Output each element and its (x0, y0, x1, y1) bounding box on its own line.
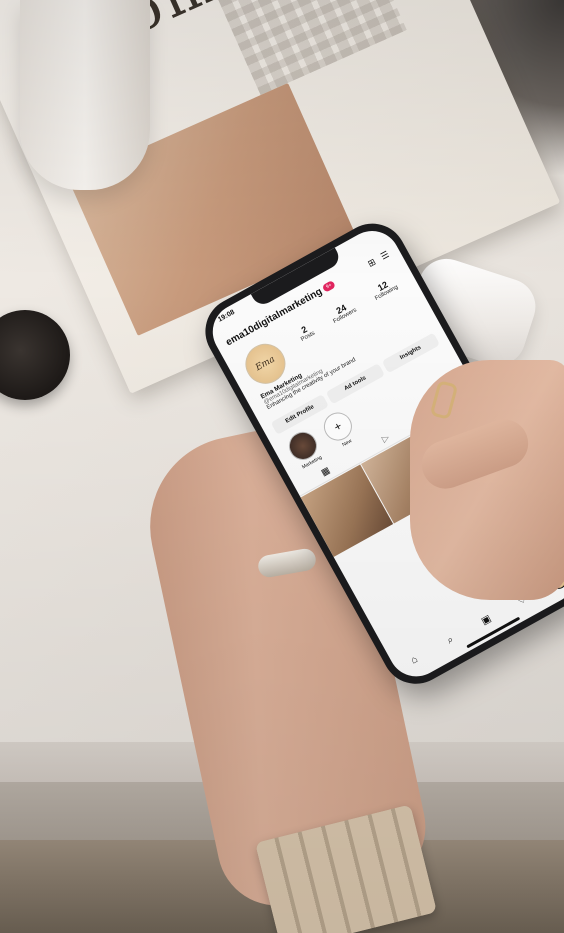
ceramic-mug (20, 0, 150, 190)
grid-icon[interactable]: ▦ (318, 464, 334, 479)
stat-followers[interactable]: 24 Followers (328, 299, 357, 325)
highlight-marketing[interactable]: Marketing (283, 426, 327, 472)
highlight-new[interactable]: + New (318, 407, 362, 453)
plus-square-icon[interactable]: ⊞ (365, 256, 379, 270)
header-actions: ⊞ ☰ (365, 249, 392, 270)
search-icon[interactable]: ⌕ (442, 632, 461, 651)
notification-badge: 9+ (321, 279, 337, 293)
reels-icon[interactable]: ▣ (478, 612, 497, 631)
photo-scene: omino 19:08 ema10digitalmarketing 9+ ⊞ ☰… (0, 0, 564, 933)
magazine-text-block (215, 0, 407, 96)
menu-icon[interactable]: ☰ (378, 249, 392, 263)
stat-following[interactable]: 12 Following (369, 276, 399, 302)
reels-icon[interactable]: ▷ (378, 431, 394, 446)
home-icon[interactable]: ⌂ (406, 652, 425, 671)
status-time: 19:08 (216, 308, 236, 324)
stat-posts[interactable]: 2 Posts (295, 322, 317, 343)
